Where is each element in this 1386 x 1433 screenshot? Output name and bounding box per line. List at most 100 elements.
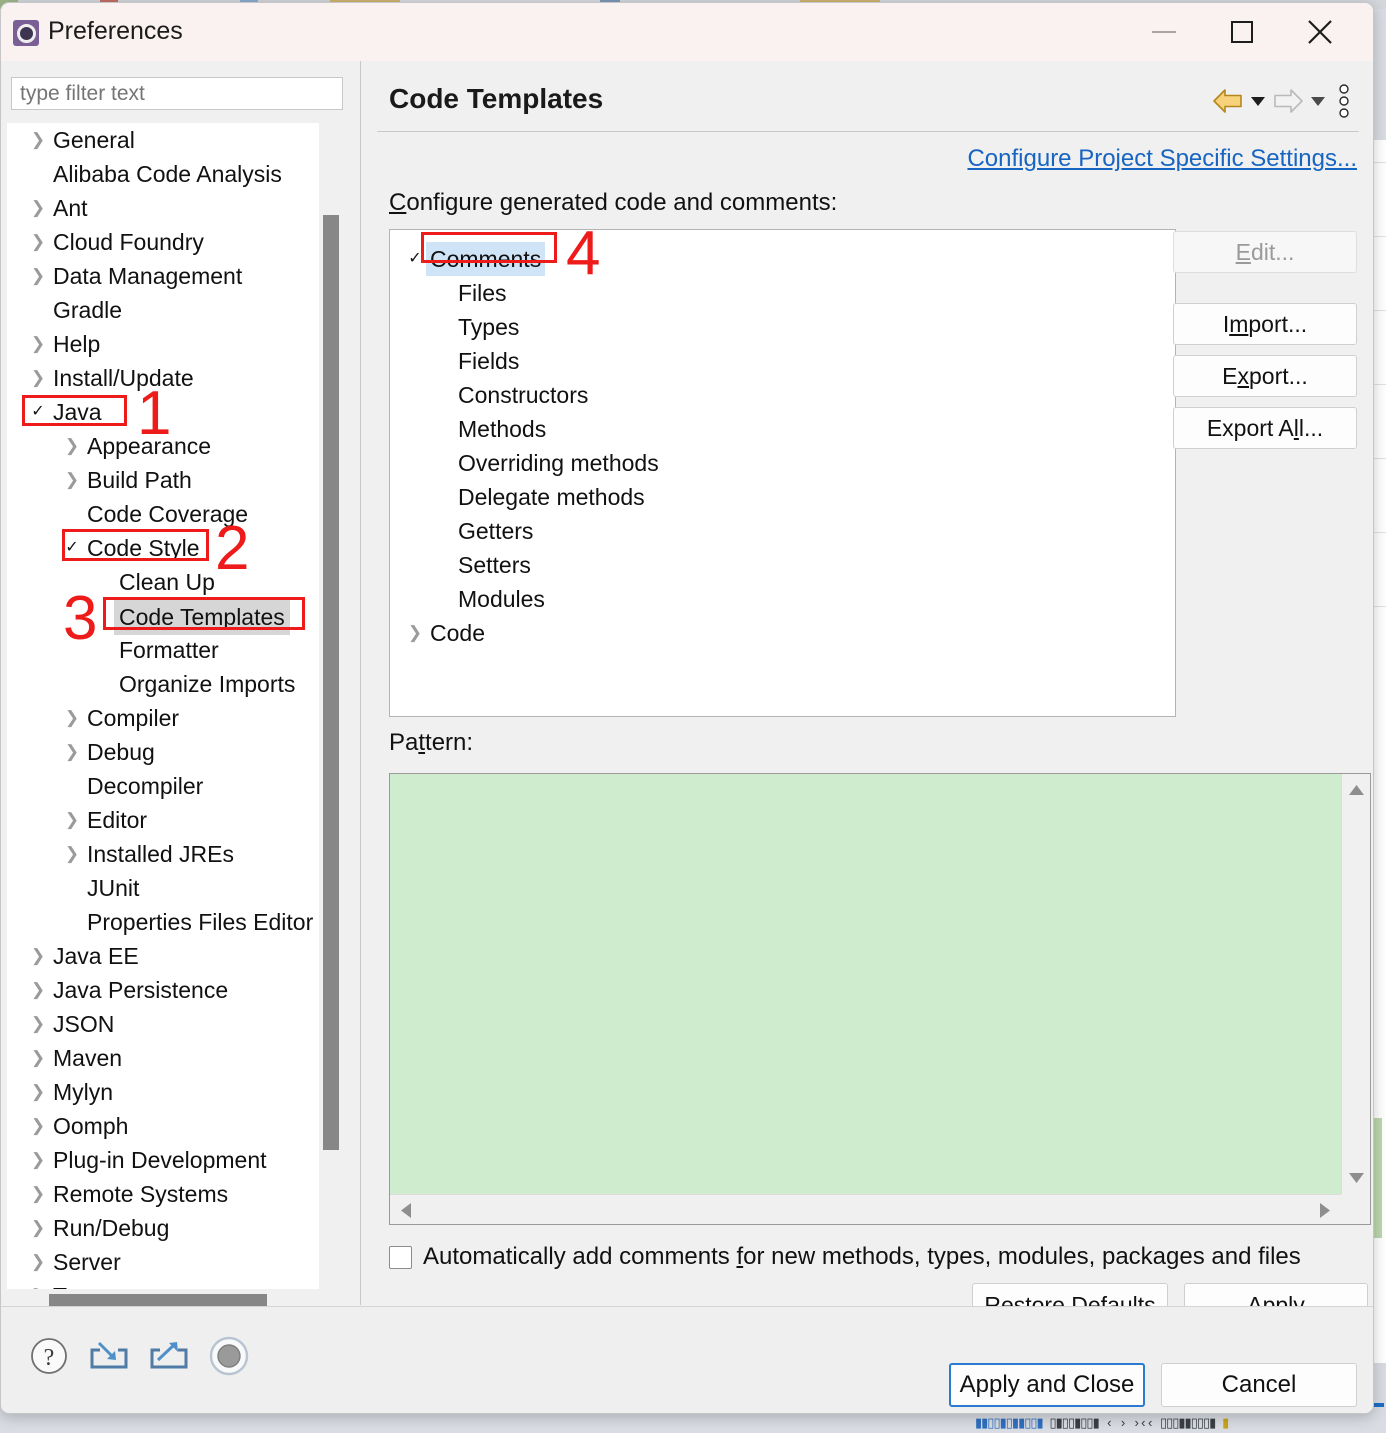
pattern-horizontal-scrollbar[interactable] xyxy=(390,1194,1341,1224)
sidebar-item-clean-up[interactable]: Clean Up xyxy=(7,565,319,599)
sidebar-item-run-debug[interactable]: ❯ Run/Debug xyxy=(7,1211,319,1245)
export-button[interactable]: Export... xyxy=(1173,355,1357,397)
sidebar-item-organize-imports[interactable]: Organize Imports xyxy=(7,667,319,701)
sidebar-item-junit[interactable]: JUnit xyxy=(7,871,319,905)
sidebar-item-code-coverage[interactable]: Code Coverage xyxy=(7,497,319,531)
pattern-vertical-scrollbar[interactable] xyxy=(1341,774,1370,1194)
chevron-right-icon[interactable]: ❯ xyxy=(27,225,49,259)
auto-comments-row[interactable]: Automatically add comments for new metho… xyxy=(389,1243,1301,1271)
template-item-modules[interactable]: Modules xyxy=(390,582,1175,616)
forward-button[interactable] xyxy=(1269,82,1307,120)
template-item-files[interactable]: Files xyxy=(390,276,1175,310)
chevron-right-icon[interactable]: ❯ xyxy=(61,429,83,463)
chevron-right-icon[interactable]: ❯ xyxy=(27,1109,49,1143)
sidebar-item-code-style[interactable]: ✓ Code Style xyxy=(7,531,319,565)
sidebar-item-properties-files-editor[interactable]: Properties Files Editor xyxy=(7,905,319,939)
template-item-constructors[interactable]: Constructors xyxy=(390,378,1175,412)
template-item-getters[interactable]: Getters xyxy=(390,514,1175,548)
sidebar-item-json[interactable]: ❯ JSON xyxy=(7,1007,319,1041)
sidebar-item-build-path[interactable]: ❯ Build Path xyxy=(7,463,319,497)
chevron-right-icon[interactable]: ❯ xyxy=(27,1245,49,1279)
sidebar-item-java[interactable]: ✓ Java xyxy=(7,395,319,429)
chevron-down-icon[interactable]: ✓ xyxy=(404,242,426,276)
template-item-comments[interactable]: ✓ Comments xyxy=(390,242,1175,276)
sidebar-item-compiler[interactable]: ❯ Compiler xyxy=(7,701,319,735)
scroll-left-button[interactable] xyxy=(394,1195,418,1225)
forward-history-dropdown[interactable] xyxy=(1309,82,1327,120)
chevron-right-icon[interactable]: ❯ xyxy=(27,1211,49,1245)
template-item-types[interactable]: Types xyxy=(390,310,1175,344)
template-item-setters[interactable]: Setters xyxy=(390,548,1175,582)
sidebar-item-alibaba-code-analysis[interactable]: Alibaba Code Analysis xyxy=(7,157,319,191)
configure-project-specific-settings-link[interactable]: Configure Project Specific Settings... xyxy=(967,145,1357,173)
sidebar-item-java-ee[interactable]: ❯ Java EE xyxy=(7,939,319,973)
sidebar-item-appearance[interactable]: ❯ Appearance xyxy=(7,429,319,463)
sidebar-item-mylyn[interactable]: ❯ Mylyn xyxy=(7,1075,319,1109)
scroll-right-button[interactable] xyxy=(1313,1195,1337,1225)
sidebar-item-general[interactable]: ❯ General xyxy=(7,123,319,157)
close-button[interactable] xyxy=(1289,3,1351,61)
sidebar-item-debug[interactable]: ❯ Debug xyxy=(7,735,319,769)
chevron-down-icon[interactable]: ✓ xyxy=(27,395,49,429)
apply-and-close-button[interactable]: Apply and Close xyxy=(949,1363,1145,1407)
chevron-right-icon[interactable]: ❯ xyxy=(27,939,49,973)
chevron-right-icon[interactable]: ❯ xyxy=(61,803,83,837)
sidebar-item-ant[interactable]: ❯ Ant xyxy=(7,191,319,225)
cancel-button[interactable]: Cancel xyxy=(1161,1363,1357,1407)
chevron-right-icon[interactable]: ❯ xyxy=(61,701,83,735)
sidebar-item-server[interactable]: ❯ Server xyxy=(7,1245,319,1279)
sidebar-item-installed-jres[interactable]: ❯ Installed JREs xyxy=(7,837,319,871)
chevron-right-icon[interactable]: ❯ xyxy=(61,735,83,769)
chevron-right-icon[interactable]: ❯ xyxy=(404,616,426,650)
minimize-button[interactable] xyxy=(1133,3,1195,61)
scroll-down-button[interactable] xyxy=(1342,1166,1371,1190)
sidebar-item-plug-in-development[interactable]: ❯ Plug-in Development xyxy=(7,1143,319,1177)
chevron-right-icon[interactable]: ❯ xyxy=(27,973,49,1007)
sidebar-item-editor[interactable]: ❯ Editor xyxy=(7,803,319,837)
filter-input[interactable] xyxy=(11,77,343,110)
chevron-right-icon[interactable]: ❯ xyxy=(27,1007,49,1041)
import-button[interactable]: Import... xyxy=(1173,303,1357,345)
sidebar-item-help[interactable]: ❯ Help xyxy=(7,327,319,361)
status-circle-button[interactable] xyxy=(207,1334,251,1378)
chevron-right-icon[interactable]: ❯ xyxy=(27,123,49,157)
chevron-right-icon[interactable]: ❯ xyxy=(27,1177,49,1211)
chevron-right-icon[interactable]: ❯ xyxy=(27,361,49,395)
sidebar-item-java-persistence[interactable]: ❯ Java Persistence xyxy=(7,973,319,1007)
edit-button[interactable]: Edit... xyxy=(1173,231,1357,273)
template-item-delegate-methods[interactable]: Delegate methods xyxy=(390,480,1175,514)
sidebar-item-gradle[interactable]: Gradle xyxy=(7,293,319,327)
sidebar-item-code-templates[interactable]: Code Templates xyxy=(7,599,319,635)
template-item-methods[interactable]: Methods xyxy=(390,412,1175,446)
sidebar-item-data-management[interactable]: ❯ Data Management xyxy=(7,259,319,293)
code-templates-tree[interactable]: ✓ Comments Files Types Fields Constructors Met… xyxy=(389,229,1176,717)
sidebar-vertical-scrollbar[interactable] xyxy=(319,123,343,1289)
chevron-right-icon[interactable]: ❯ xyxy=(27,1279,49,1289)
back-button[interactable] xyxy=(1209,82,1247,120)
sidebar-item-team[interactable]: ❯ Team xyxy=(7,1279,319,1289)
sidebar-item-cloud-foundry[interactable]: ❯ Cloud Foundry xyxy=(7,225,319,259)
sidebar-item-formatter[interactable]: Formatter xyxy=(7,633,319,667)
chevron-right-icon[interactable]: ❯ xyxy=(27,1041,49,1075)
sidebar-vertical-scroll-thumb[interactable] xyxy=(323,215,339,1150)
help-button[interactable]: ? xyxy=(27,1334,71,1378)
view-menu-button[interactable] xyxy=(1329,82,1359,120)
sidebar-item-maven[interactable]: ❯ Maven xyxy=(7,1041,319,1075)
template-item-code[interactable]: ❯ Code xyxy=(390,616,1175,650)
export-all-button[interactable]: Export All... xyxy=(1173,407,1357,449)
chevron-right-icon[interactable]: ❯ xyxy=(27,191,49,225)
maximize-button[interactable] xyxy=(1211,3,1273,61)
import-preferences-button[interactable] xyxy=(87,1334,131,1378)
sidebar-item-install-update[interactable]: ❯ Install/Update xyxy=(7,361,319,395)
export-preferences-button[interactable] xyxy=(147,1334,191,1378)
chevron-right-icon[interactable]: ❯ xyxy=(27,327,49,361)
back-history-dropdown[interactable] xyxy=(1249,82,1267,120)
chevron-right-icon[interactable]: ❯ xyxy=(61,837,83,871)
template-item-fields[interactable]: Fields xyxy=(390,344,1175,378)
template-item-overriding-methods[interactable]: Overriding methods xyxy=(390,446,1175,480)
chevron-down-icon[interactable]: ✓ xyxy=(61,531,83,565)
chevron-right-icon[interactable]: ❯ xyxy=(27,1143,49,1177)
chevron-right-icon[interactable]: ❯ xyxy=(27,259,49,293)
sidebar-item-decompiler[interactable]: Decompiler xyxy=(7,769,319,803)
chevron-right-icon[interactable]: ❯ xyxy=(27,1075,49,1109)
